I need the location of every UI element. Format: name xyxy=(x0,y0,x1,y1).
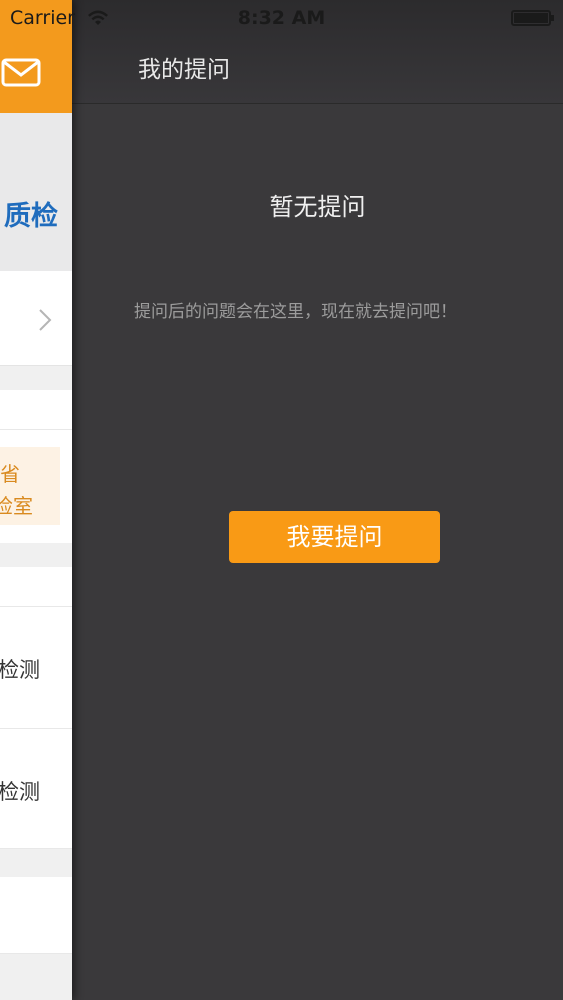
empty-state-title: 暂无提问 xyxy=(269,193,366,221)
chevron-right-icon xyxy=(39,309,52,331)
mail-icon[interactable] xyxy=(0,55,42,91)
status-bar: Carrier 8:32 AM xyxy=(0,0,563,36)
side-menu-panel: 质检 省 检室 检测 检测 xyxy=(0,0,72,1000)
section-divider xyxy=(0,543,72,567)
clock: 8:32 AM xyxy=(237,7,326,29)
battery-icon xyxy=(511,10,554,26)
list-item[interactable] xyxy=(0,877,72,954)
list-item-label: 检测 xyxy=(0,780,40,804)
card-line-2: 检室 xyxy=(0,494,33,518)
list-item[interactable] xyxy=(0,390,72,430)
list-item[interactable] xyxy=(0,567,72,607)
section-divider xyxy=(0,849,72,877)
section-divider xyxy=(0,366,72,390)
banner-text: 质检 xyxy=(4,201,58,232)
card-line-1: 省 xyxy=(0,462,20,486)
page-title: 我的提问 xyxy=(138,57,230,83)
menu-row[interactable] xyxy=(0,271,72,366)
section-divider xyxy=(0,954,72,1000)
list-item-label: 检测 xyxy=(0,658,40,682)
empty-state-description: 提问后的问题会在这里，现在就去提问吧！ xyxy=(134,302,457,322)
ask-question-button[interactable]: 我要提问 xyxy=(229,511,440,563)
banner[interactable] xyxy=(0,113,72,271)
